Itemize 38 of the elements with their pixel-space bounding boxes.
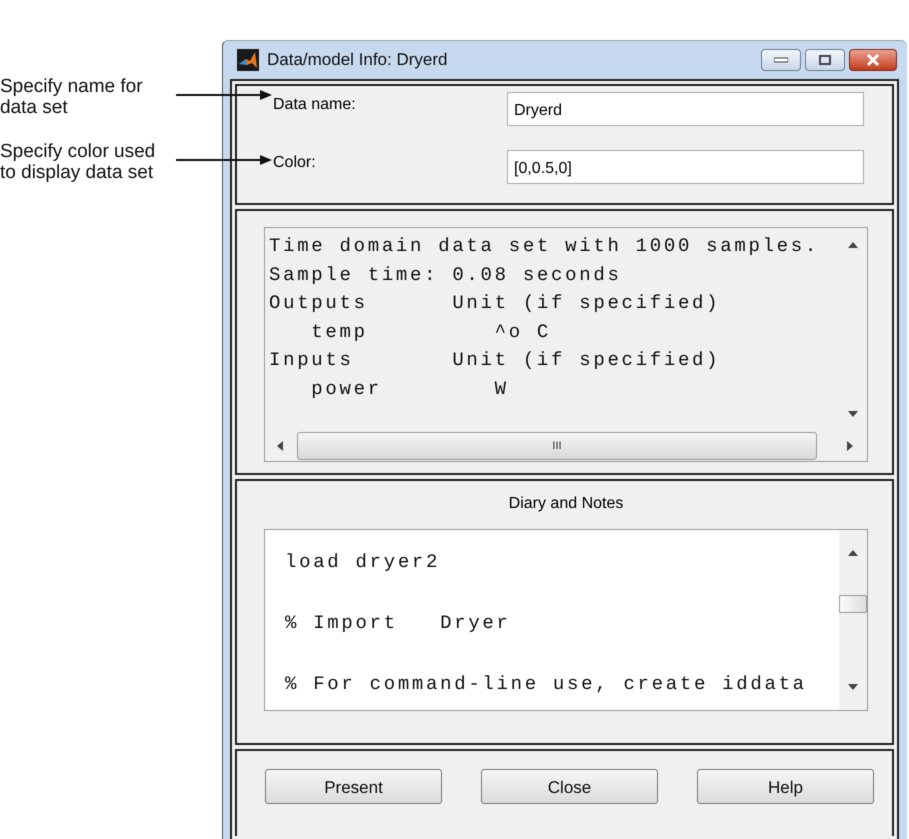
text-field[interactable]: [0,0.5,0] — [507, 150, 864, 184]
scroll-left-icon — [277, 441, 283, 451]
field-label: Color: — [273, 154, 317, 172]
dialog-button[interactable]: Help — [697, 769, 874, 804]
info-line: Time domain data set with 1000 samples. — [269, 234, 820, 259]
scrollbar-thumb[interactable]: III — [297, 432, 817, 460]
horizontal-scrollbar[interactable]: III — [265, 431, 867, 461]
scroll-down-icon — [848, 684, 858, 690]
maximize-icon — [819, 55, 831, 65]
info-line: power W — [310, 376, 510, 402]
scroll-right-icon — [847, 441, 853, 451]
annotation-text: Specify color used to display data set — [0, 141, 156, 183]
annotation-text: Specify name for data set — [0, 76, 144, 118]
minimize-button[interactable] — [761, 49, 801, 71]
text-field[interactable]: Dryerd — [507, 92, 864, 126]
close-button[interactable] — [849, 49, 897, 71]
scroll-up-icon — [848, 550, 858, 556]
close-icon — [866, 54, 880, 66]
scroll-down-icon — [848, 411, 858, 417]
info-line: Outputs Unit (if specified) — [269, 291, 722, 316]
app-logo-icon — [237, 49, 259, 71]
vertical-scrollbar[interactable] — [839, 530, 867, 710]
note-line: % For command-line use, create iddata — [285, 672, 808, 697]
minimize-icon — [774, 57, 788, 63]
scrollbar-thumb[interactable] — [839, 595, 867, 613]
info-line: temp ^o C — [310, 320, 552, 344]
dialog-button[interactable]: Present — [265, 769, 442, 804]
dialog-button[interactable]: Close — [481, 769, 658, 804]
maximize-button[interactable] — [805, 49, 845, 71]
note-line: % Import Dryer — [285, 611, 512, 636]
info-line: Inputs Unit (if specified) — [269, 348, 722, 373]
section-title: Diary and Notes — [508, 495, 624, 513]
note-line: load dryer2 — [285, 550, 442, 575]
notes-text-area[interactable]: load dryer2 % Import Dryer % For command-line use, create iddata — [264, 529, 868, 711]
window-title: Data/model Info: Dryerd — [267, 50, 448, 70]
field-label: Data name: — [273, 96, 357, 114]
scroll-up-icon — [848, 242, 858, 248]
info-line: Sample time: 0.08 seconds — [269, 262, 623, 288]
